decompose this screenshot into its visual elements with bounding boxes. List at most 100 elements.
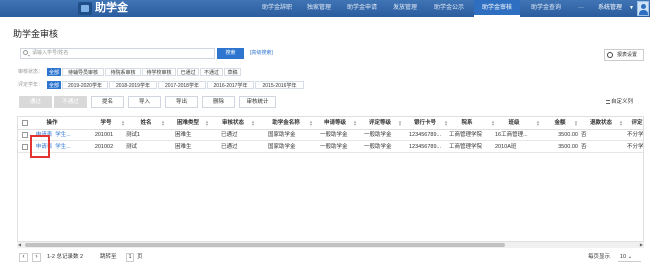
audit-stats-button[interactable]: 审核统计 xyxy=(239,96,276,108)
search-button[interactable]: 搜索 xyxy=(217,48,244,59)
sort-icon[interactable]: ▲ ▼ xyxy=(444,120,448,127)
select-all-checkbox[interactable] xyxy=(22,120,28,126)
per-page-value: 10 xyxy=(620,254,627,260)
row-checkbox[interactable] xyxy=(22,144,28,150)
nominate-button[interactable]: 提名 xyxy=(91,96,124,108)
nav-item-0[interactable]: 助学金辞职 xyxy=(257,0,297,17)
custom-columns-button[interactable]: 自定义列 xyxy=(611,97,633,107)
reject-button[interactable]: 不通过 xyxy=(54,96,87,108)
approve-button[interactable]: 通过 xyxy=(19,96,52,108)
nav-more[interactable]: ··· xyxy=(572,0,590,17)
columns-icon xyxy=(606,100,610,104)
highlight-box xyxy=(30,135,50,158)
sort-icon[interactable]: ▲ ▼ xyxy=(251,120,255,127)
row-checkbox[interactable] xyxy=(22,132,28,138)
col-action: 操作 xyxy=(46,120,58,126)
export-button[interactable]: 导出 xyxy=(165,96,198,108)
cell-card: 123456789... xyxy=(409,132,442,138)
app-title: 助学金 xyxy=(95,2,128,14)
cell-refund: 否 xyxy=(581,144,587,150)
page-unit: 页 xyxy=(137,254,143,260)
sort-icon[interactable]: ▲ ▼ xyxy=(619,120,623,127)
cell-grant: 国家助学金 xyxy=(268,144,296,150)
year-filter-2015[interactable]: 2015-2016学年 xyxy=(255,81,304,89)
per-page-select[interactable]: 10 ⌄ xyxy=(618,252,641,262)
sort-icon[interactable]: ▲ ▼ xyxy=(574,120,578,127)
year-filter-2017[interactable]: 2017-2018学年 xyxy=(158,81,206,89)
next-page-icon[interactable]: › xyxy=(32,253,41,262)
col-apply-level[interactable]: 申请等级 xyxy=(320,117,350,130)
avatar[interactable] xyxy=(637,1,649,16)
year-filter-2019[interactable]: 2019-2020学年 xyxy=(62,81,108,89)
cell-id: 201001 xyxy=(94,132,114,138)
col-amount[interactable]: 金额 xyxy=(549,117,571,130)
chevron-down-icon[interactable]: ▼ xyxy=(629,0,634,17)
status-filter-passed[interactable]: 已通过 xyxy=(177,68,199,76)
delete-button[interactable]: 删除 xyxy=(202,96,235,108)
status-filter-draft[interactable]: 草稿 xyxy=(224,68,241,76)
app-logo xyxy=(78,2,92,15)
col-type[interactable]: 困难类型 xyxy=(173,117,203,130)
nav-item-3[interactable]: 发放管理 xyxy=(386,0,424,17)
cell-extra: 不分学 xyxy=(627,132,644,138)
sort-icon[interactable]: ▲ ▼ xyxy=(309,120,313,127)
student-link[interactable]: 学生... xyxy=(55,130,71,141)
nav-item-1[interactable]: 独家管理 xyxy=(300,0,338,17)
cell-name: 测试 xyxy=(126,144,138,150)
scroll-right-icon[interactable]: ▶ xyxy=(640,242,643,248)
col-id[interactable]: 学号 xyxy=(94,117,118,130)
advanced-search-link[interactable]: [高级搜索] xyxy=(250,48,273,59)
sort-icon[interactable]: ▲ ▼ xyxy=(536,120,540,127)
sort-icon[interactable]: ▲ ▼ xyxy=(205,120,209,127)
top-nav-bar: 助学金 助学金辞职 独家管理 助学金申请 发放管理 助学金公示 助学金审核 助学… xyxy=(0,0,650,17)
table-row[interactable]: 申请表 学生... 201001 测试1 困难生 已通过 国家助学金 一般助学金… xyxy=(18,130,643,141)
year-filter-label: 评定学年： xyxy=(18,82,44,88)
cell-type: 困难生 xyxy=(175,132,192,138)
nav-item-5[interactable]: 助学金审核 xyxy=(474,0,520,17)
cell-amount: 3500.00 xyxy=(558,144,578,150)
col-level[interactable]: 评定等级 xyxy=(365,117,395,130)
year-filter-all[interactable]: 全部 xyxy=(47,81,61,89)
nav-item-4[interactable]: 助学金公示 xyxy=(427,0,471,17)
status-filter-school[interactable]: 待学校审核 xyxy=(142,68,176,76)
sort-icon[interactable]: ▲ ▼ xyxy=(121,120,125,127)
col-grant[interactable]: 助学金名称 xyxy=(266,117,306,130)
goto-label: 跳转至 xyxy=(100,254,117,260)
year-filter-2016[interactable]: 2016-2017学年 xyxy=(207,81,254,89)
status-filter-dept[interactable]: 待院系审核 xyxy=(105,68,141,76)
cell-grant: 国家助学金 xyxy=(268,132,296,138)
status-filter-rejected[interactable]: 不通过 xyxy=(200,68,223,76)
col-status[interactable]: 审核状态 xyxy=(218,117,248,130)
nav-item-2[interactable]: 助学金申请 xyxy=(341,0,383,17)
gear-icon xyxy=(607,52,613,58)
scroll-left-icon[interactable]: ◀ xyxy=(18,242,21,248)
prev-page-icon[interactable]: ‹ xyxy=(19,253,28,262)
col-refund[interactable]: 退款状态 xyxy=(585,117,617,130)
col-card[interactable]: 银行卡号 xyxy=(410,117,440,130)
status-filter-counselor[interactable]: 待辅导员审核 xyxy=(62,68,104,76)
col-name[interactable]: 姓名 xyxy=(134,117,158,130)
cell-apply-level: 一般助学金 xyxy=(320,132,348,138)
col-extra[interactable]: 评定 xyxy=(627,117,643,130)
cell-class: 16工商管理... xyxy=(495,132,528,138)
table-row[interactable]: 申请表 学生... 201002 测试 困难生 已通过 国家助学金 一般助学金 … xyxy=(18,142,643,153)
sort-icon[interactable]: ▲ ▼ xyxy=(398,120,402,127)
page-number-input[interactable]: 1 xyxy=(126,253,134,262)
sort-icon[interactable]: ▲ ▼ xyxy=(491,120,495,127)
nav-item-6[interactable]: 助学金查询 xyxy=(523,0,569,17)
col-dept[interactable]: 院系 xyxy=(456,117,478,130)
scrollbar-thumb[interactable] xyxy=(25,243,505,247)
cell-dept: 工商管理学院 xyxy=(449,144,483,150)
sort-icon[interactable]: ▲ ▼ xyxy=(161,120,165,127)
status-filter-all[interactable]: 全部 xyxy=(47,68,61,76)
cell-refund: 否 xyxy=(581,132,587,138)
year-filter-2018[interactable]: 2018-2019学年 xyxy=(109,81,157,89)
search-input[interactable]: 请输入学号/姓名 xyxy=(20,48,215,59)
sort-icon[interactable]: ▲ ▼ xyxy=(353,120,357,127)
import-button[interactable]: 导入 xyxy=(128,96,161,108)
admin-menu[interactable]: 系统管理 xyxy=(598,0,622,17)
search-icon xyxy=(23,50,28,55)
student-link[interactable]: 学生... xyxy=(55,142,71,153)
horizontal-scrollbar[interactable]: ◀ ▶ xyxy=(17,242,644,248)
col-class[interactable]: 班级 xyxy=(503,117,525,130)
